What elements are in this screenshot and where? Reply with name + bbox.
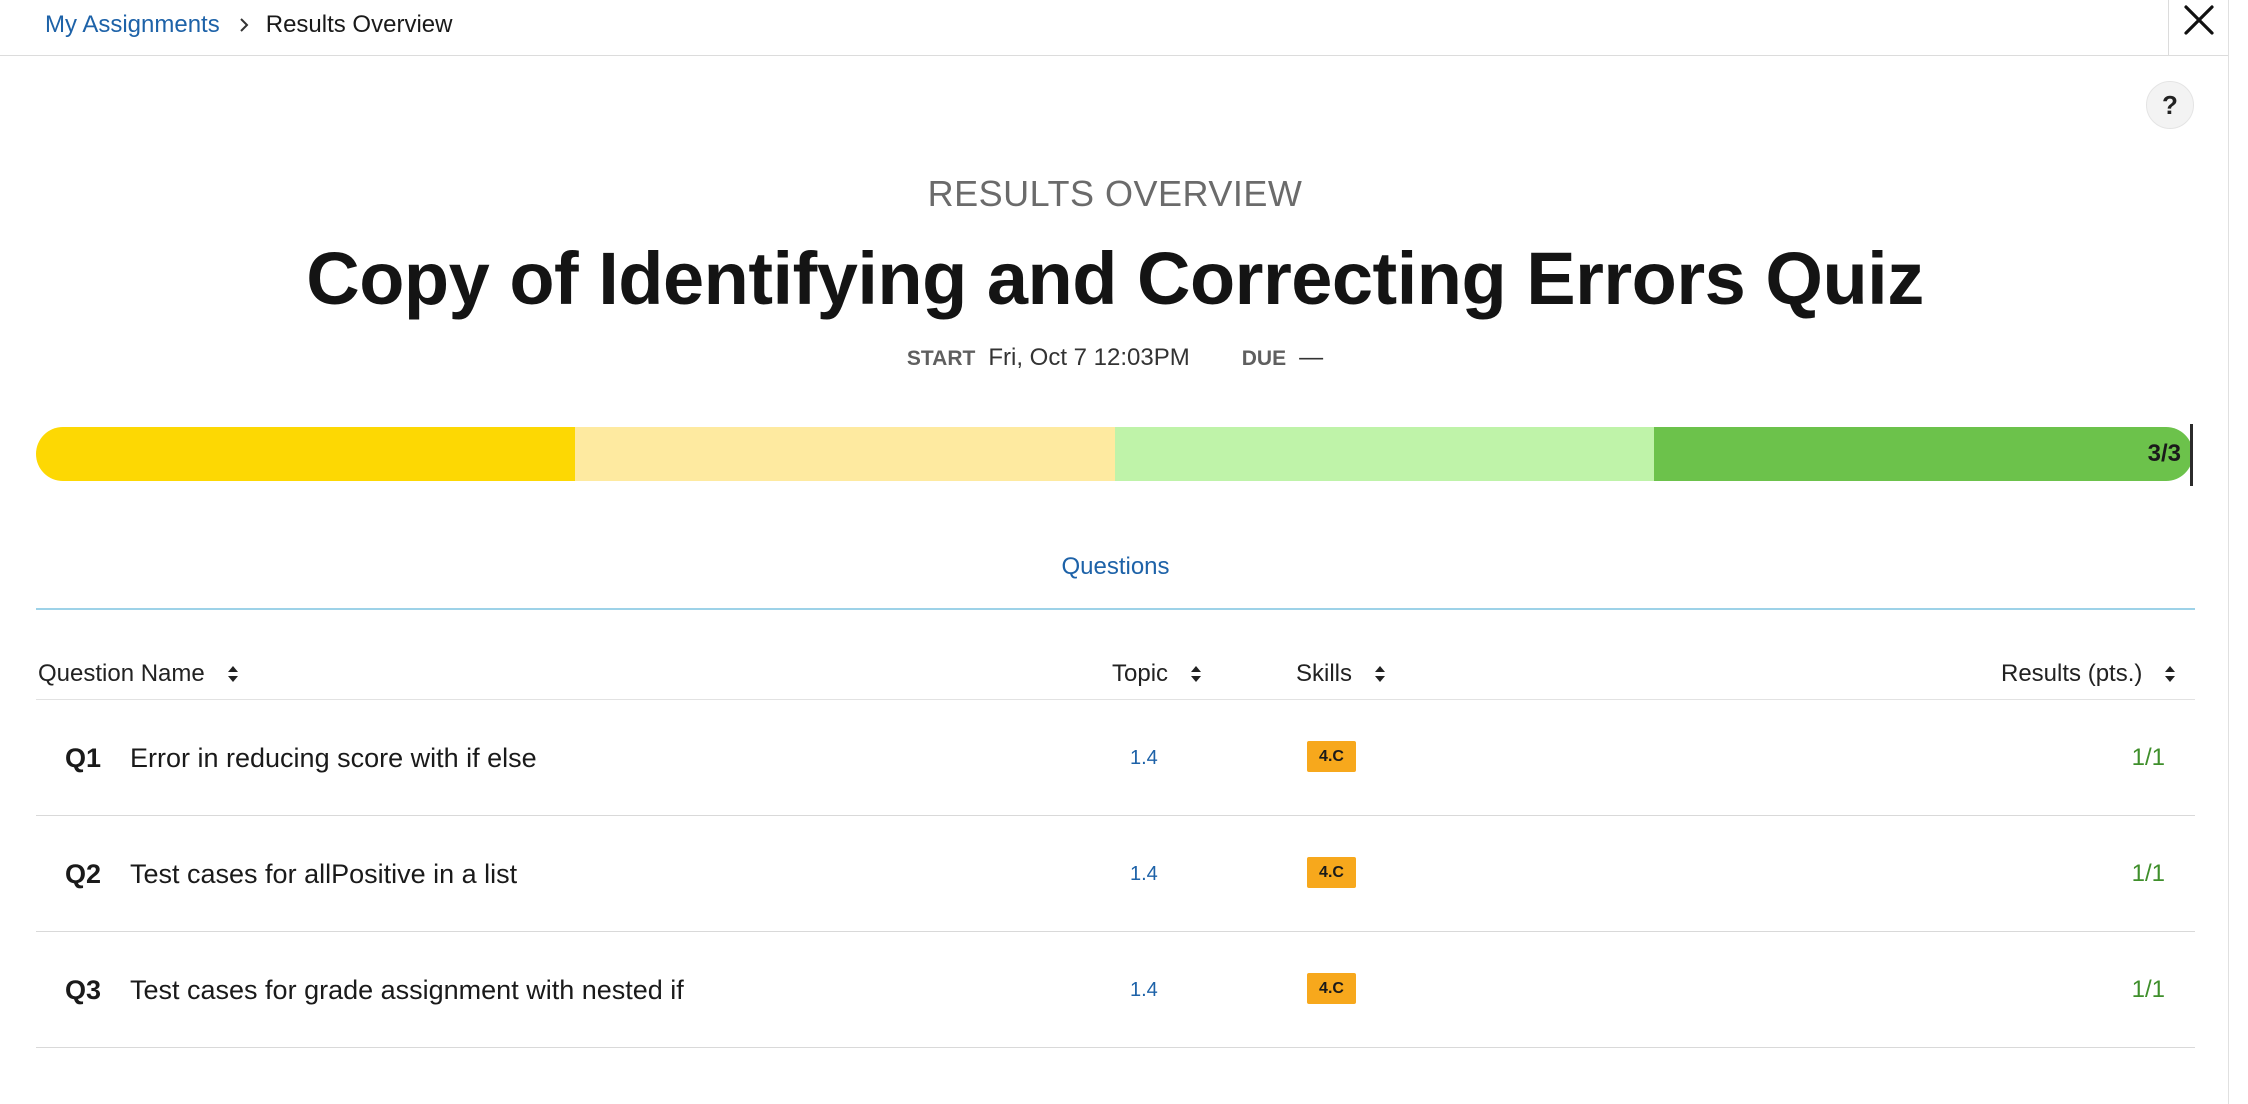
- column-header-label: Results (pts.): [2001, 660, 2143, 687]
- due-value: —: [1299, 344, 1324, 371]
- column-header-label: Skills: [1296, 660, 1353, 687]
- result-points: 1/1: [2131, 860, 2165, 887]
- sort-icon: [1190, 663, 1202, 685]
- table-header: Question Name Topic Skills Results (pts.…: [36, 648, 2195, 700]
- result-points: 1/1: [2131, 976, 2165, 1003]
- column-header-label: Question Name: [38, 660, 205, 687]
- help-icon: ?: [2162, 89, 2178, 120]
- column-header-skills[interactable]: Skills: [1296, 660, 1386, 688]
- progress-segment-2: [575, 427, 1115, 481]
- top-bar: My Assignments Results Overview: [0, 0, 2248, 56]
- question-name-link[interactable]: Test cases for grade assignment with nes…: [130, 932, 684, 1048]
- breadcrumb-current: Results Overview: [265, 11, 453, 38]
- score-progress-bar: 3/3: [36, 427, 2193, 481]
- result-points: 1/1: [2131, 744, 2165, 771]
- column-header-topic[interactable]: Topic: [1112, 660, 1202, 688]
- question-number: Q1: [65, 742, 102, 773]
- column-header-question-name[interactable]: Question Name: [38, 660, 239, 688]
- progress-segment-3: [1114, 427, 1654, 481]
- skill-badge: 4.C: [1307, 973, 1356, 1004]
- topic-link[interactable]: 1.4: [1130, 932, 1158, 1048]
- start-value: Fri, Oct 7 12:03PM: [988, 344, 1190, 371]
- column-header-results[interactable]: Results (pts.): [2001, 660, 2176, 688]
- skill-badge: 4.C: [1307, 857, 1356, 888]
- tab-bar: Questions: [36, 540, 2195, 610]
- question-name-link[interactable]: Test cases for allPositive in a list: [130, 816, 517, 932]
- progress-segment-4: [1653, 427, 2193, 481]
- column-header-label: Topic: [1112, 660, 1169, 687]
- progress-marker: [2190, 424, 2193, 486]
- sort-icon: [2164, 663, 2176, 685]
- progress-segment-1: [36, 427, 576, 481]
- breadcrumb-my-assignments-link[interactable]: My Assignments: [45, 11, 220, 39]
- close-icon: [2181, 2, 2217, 43]
- start-key: START: [906, 347, 976, 370]
- tab-questions[interactable]: Questions: [1061, 540, 1169, 581]
- help-button[interactable]: ?: [2146, 81, 2194, 129]
- question-number: Q2: [65, 858, 102, 889]
- close-button[interactable]: [2168, 0, 2228, 56]
- sort-icon: [1374, 663, 1386, 685]
- table-row[interactable]: Q2 Test cases for allPositive in a list …: [36, 816, 2195, 932]
- due-key: DUE: [1241, 347, 1287, 370]
- progress-score-label: 3/3: [2147, 440, 2181, 467]
- table-row[interactable]: Q1 Error in reducing score with if else …: [36, 700, 2195, 816]
- scrollbar-track[interactable]: [2228, 0, 2248, 1104]
- question-number: Q3: [65, 974, 102, 1005]
- chevron-right-icon: [238, 17, 250, 33]
- assignment-dates: START Fri, Oct 7 12:03PM DUE —: [0, 344, 2230, 372]
- breadcrumb: My Assignments Results Overview: [45, 0, 452, 50]
- questions-table: Question Name Topic Skills Results (pts.…: [36, 648, 2195, 1048]
- skill-badge: 4.C: [1307, 741, 1356, 772]
- results-overview-label: RESULTS OVERVIEW: [927, 173, 1303, 214]
- question-name-link[interactable]: Error in reducing score with if else: [130, 700, 537, 816]
- sort-icon: [227, 663, 239, 685]
- topic-link[interactable]: 1.4: [1130, 700, 1158, 816]
- table-row[interactable]: Q3 Test cases for grade assignment with …: [36, 932, 2195, 1048]
- page-title: Copy of Identifying and Correcting Error…: [306, 237, 1924, 320]
- topic-link[interactable]: 1.4: [1130, 816, 1158, 932]
